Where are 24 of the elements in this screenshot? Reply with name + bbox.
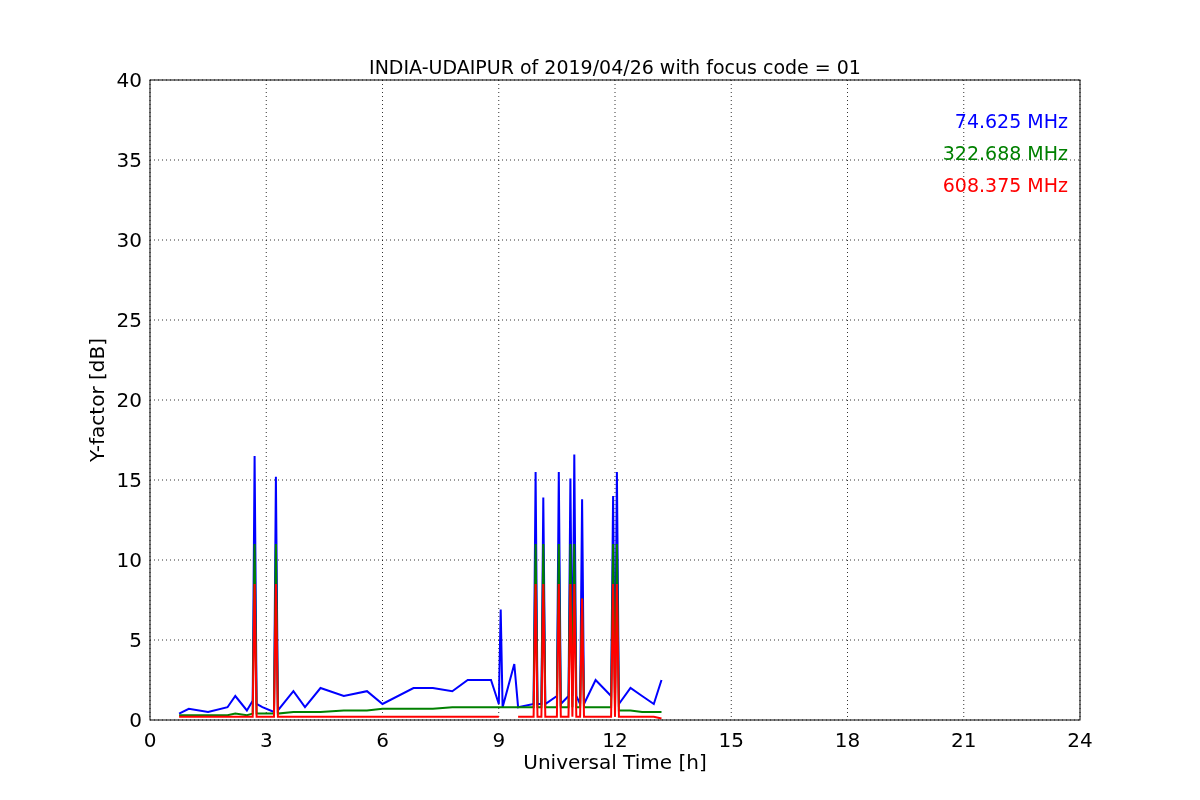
y-axis-label: Y-factor [dB]: [85, 338, 109, 462]
x-tick-label: 24: [1067, 728, 1093, 752]
legend-label: 322.688 MHz: [942, 142, 1068, 164]
y-tick-label: 40: [116, 68, 142, 92]
x-tick-label: 3: [259, 728, 273, 752]
x-axis-label: Universal Time [h]: [523, 750, 707, 774]
x-tick-label: 15: [718, 728, 744, 752]
y-tick-label: 25: [116, 308, 142, 332]
y-tick-label: 0: [129, 708, 142, 732]
y-tick-label: 15: [116, 468, 142, 492]
y-tick-label: 35: [116, 148, 142, 172]
x-tick-label: 12: [602, 728, 628, 752]
legend-label: 608.375 MHz: [942, 174, 1068, 196]
x-tick-label: 6: [376, 728, 389, 752]
chart-title: INDIA-UDAIPUR of 2019/04/26 with focus code = 01: [369, 56, 861, 78]
x-tick-label: 21: [951, 728, 977, 752]
x-tick-label: 9: [492, 728, 506, 752]
legend-label: 74.625 MHz: [954, 110, 1068, 132]
x-tick-label: 18: [834, 728, 861, 752]
y-tick-label: 5: [129, 628, 142, 652]
x-tick-label: 0: [143, 728, 157, 752]
y-tick-label: 20: [116, 388, 142, 412]
y-tick-label: 10: [116, 548, 142, 572]
y-tick-label: 30: [116, 228, 142, 252]
